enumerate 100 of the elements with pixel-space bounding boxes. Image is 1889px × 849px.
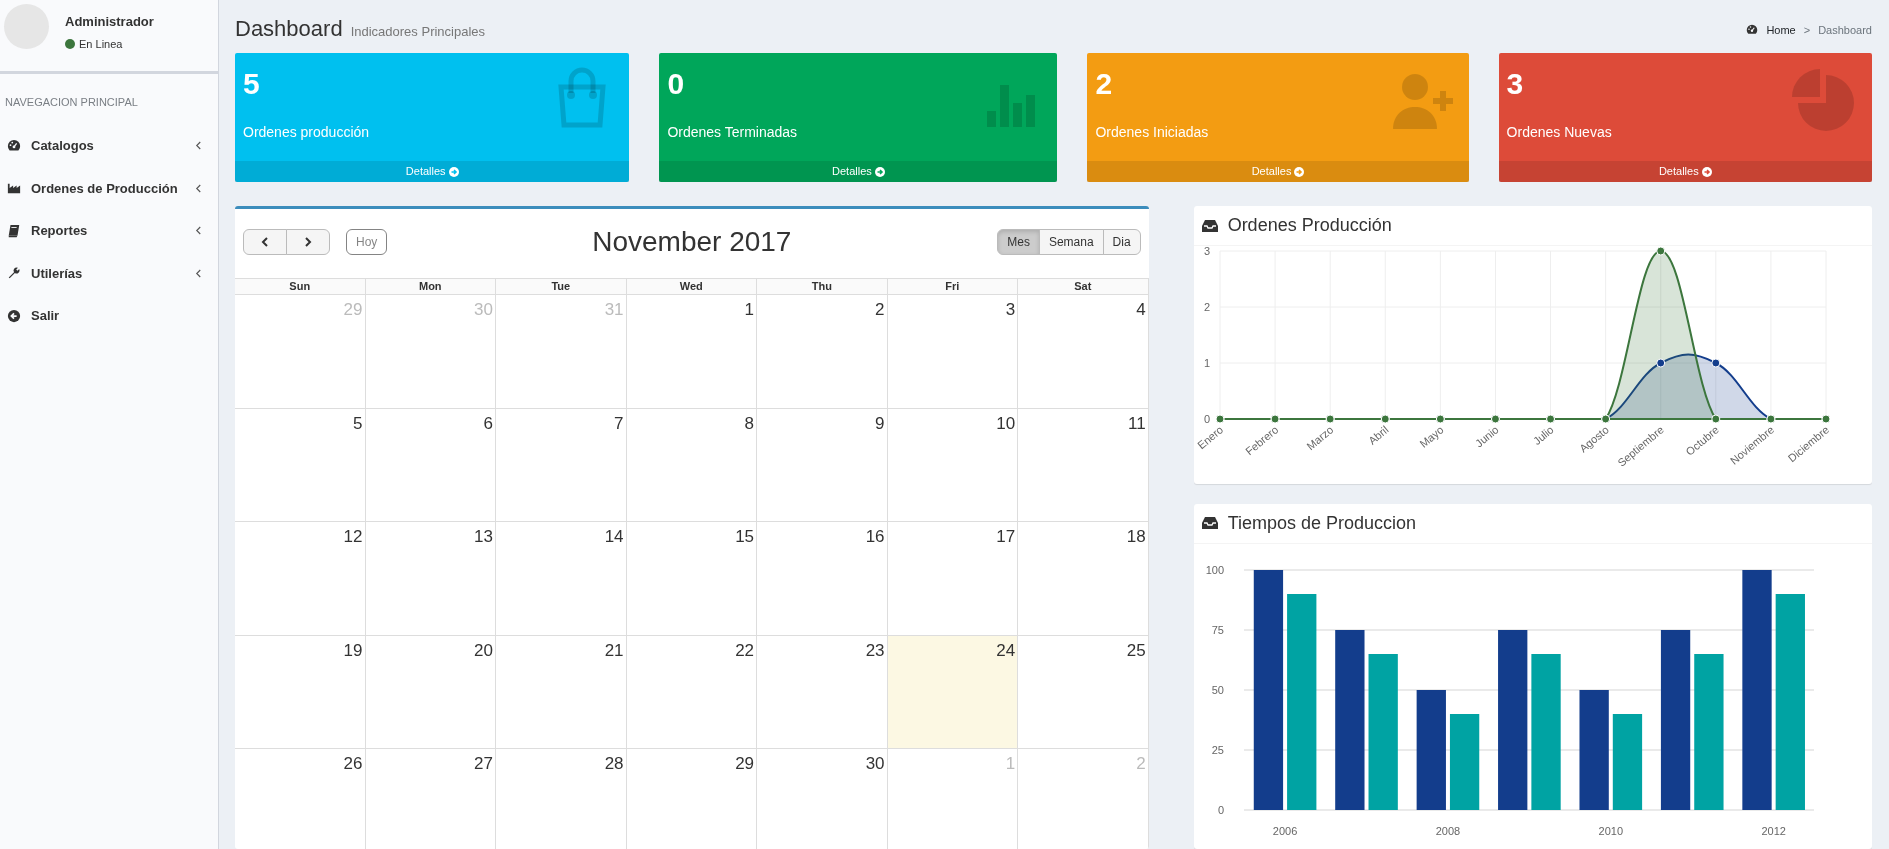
user-name: Administrador [65, 13, 154, 31]
sidebar-item[interactable]: Salir [0, 294, 218, 337]
gauge-icon [7, 138, 21, 153]
day-number: 2 [875, 300, 885, 319]
day-number: 18 [1126, 527, 1146, 546]
arrow-right-circle-icon [1701, 166, 1712, 177]
axis-label: 2010 [1598, 824, 1623, 837]
axis-label: Julio [1530, 423, 1556, 448]
weekday-header: Wed [626, 278, 758, 295]
axis-label: 2012 [1761, 824, 1786, 837]
next-button[interactable] [286, 228, 330, 255]
axis-label: 2006 [1272, 824, 1297, 837]
day-number: 4 [1136, 300, 1146, 319]
day-number: 7 [614, 413, 624, 433]
box-label: Ordenes Iniciadas [1095, 123, 1209, 142]
breadcrumb-separator: > [1803, 22, 1811, 38]
gauge-icon [1746, 24, 1759, 36]
data-point [1655, 358, 1665, 368]
day-number: 25 [1126, 640, 1146, 660]
factory-icon [7, 181, 21, 196]
sidebar-item[interactable]: Ordenes de Producción [0, 167, 218, 210]
day-number: 2 [1136, 754, 1146, 773]
axis-label: 0 [1203, 413, 1210, 425]
wrench-icon [7, 266, 21, 281]
calendar-title: November 2017 [591, 224, 793, 259]
axis-label: 25 [1211, 743, 1224, 756]
arrow-right-circle-icon [874, 166, 885, 177]
sidebar-item[interactable]: Reportes [0, 209, 218, 252]
day-number: 29 [735, 754, 755, 773]
data-point [1710, 414, 1720, 424]
axis-label: 2 [1203, 301, 1210, 313]
status-dot [65, 38, 75, 49]
sidebar-item[interactable]: Catalogos [0, 124, 218, 167]
status-text: En Linea [79, 36, 123, 52]
view-tab[interactable]: Semana [1038, 228, 1104, 255]
day-number: 11 [1127, 413, 1146, 433]
day-number: 29 [343, 300, 363, 319]
box-number: 5 [243, 66, 260, 102]
weekday-header: Tue [496, 278, 627, 295]
chevron-left-icon [260, 237, 270, 248]
chevron-right-icon [303, 237, 313, 248]
weekday-header: Mon [365, 278, 497, 295]
day-number: 5 [353, 413, 363, 433]
box-number: 2 [1095, 66, 1113, 102]
axis-label: 0 [1217, 803, 1224, 816]
day-number: 12 [343, 527, 363, 546]
box-label: Ordenes Terminadas [667, 123, 798, 142]
day-number: 15 [735, 527, 755, 546]
axis-label: 2008 [1435, 824, 1460, 837]
data-point [1710, 358, 1720, 368]
day-number: 1 [1005, 754, 1016, 773]
day-number: 17 [996, 527, 1016, 546]
inbox-icon [1201, 516, 1218, 531]
axis-label: 100 [1205, 563, 1224, 576]
day-number: 21 [604, 640, 624, 660]
day-number: 16 [865, 527, 885, 546]
box-number: 3 [1506, 66, 1524, 102]
day-number: 31 [604, 300, 624, 319]
chart-title: Tiempos de Produccion [1227, 511, 1417, 535]
details-link[interactable]: Detalles [659, 161, 1058, 182]
arrow-right-circle-icon [1294, 166, 1305, 177]
day-number: 23 [865, 640, 885, 660]
nav-header: NAVEGACION PRINCIPAL [4, 95, 139, 110]
day-number: 30 [865, 754, 885, 773]
breadcrumb-link[interactable]: Home [1746, 21, 1796, 39]
weekday-header: Fri [887, 278, 1019, 295]
details-link[interactable]: Detalles [1498, 161, 1872, 182]
day-number: 10 [996, 413, 1016, 433]
chart-title: Ordenes Producción [1227, 214, 1392, 237]
day-number: 13 [474, 527, 494, 546]
day-number: 20 [474, 640, 494, 660]
day-number: 28 [604, 754, 624, 773]
prev-button[interactable] [243, 228, 287, 255]
axis-label: 1 [1203, 357, 1210, 369]
view-tab[interactable]: Mes [997, 228, 1040, 255]
breadcrumb-current: Dashboard [1818, 22, 1872, 38]
page-title: Dashboard [235, 15, 343, 43]
day-number: 3 [1005, 300, 1016, 319]
box-label: Ordenes producción [243, 123, 370, 142]
book-icon [7, 223, 21, 238]
box-label: Ordenes Nuevas [1506, 123, 1612, 142]
day-number: 19 [343, 640, 363, 660]
axis-label: 50 [1211, 683, 1224, 696]
arrow-right-circle-icon [448, 166, 459, 177]
day-number: 22 [735, 640, 755, 660]
day-number: 9 [875, 413, 885, 433]
weekday-header: Sun [235, 278, 366, 295]
sidebar-item[interactable]: Utilerías [0, 252, 218, 295]
axis-label: 3 [1203, 246, 1210, 257]
box-number: 0 [667, 66, 685, 102]
day-number: 27 [474, 754, 494, 773]
weekday-header: Thu [757, 278, 888, 295]
weekday-header: Sat [1018, 278, 1149, 295]
day-number: 1 [744, 300, 755, 319]
day-number: 24 [996, 640, 1016, 660]
day-number: 8 [744, 413, 755, 433]
axis-label: 75 [1211, 623, 1224, 636]
day-number: 30 [474, 300, 494, 319]
view-tab[interactable]: Dia [1102, 228, 1141, 255]
day-number: 14 [604, 527, 624, 546]
